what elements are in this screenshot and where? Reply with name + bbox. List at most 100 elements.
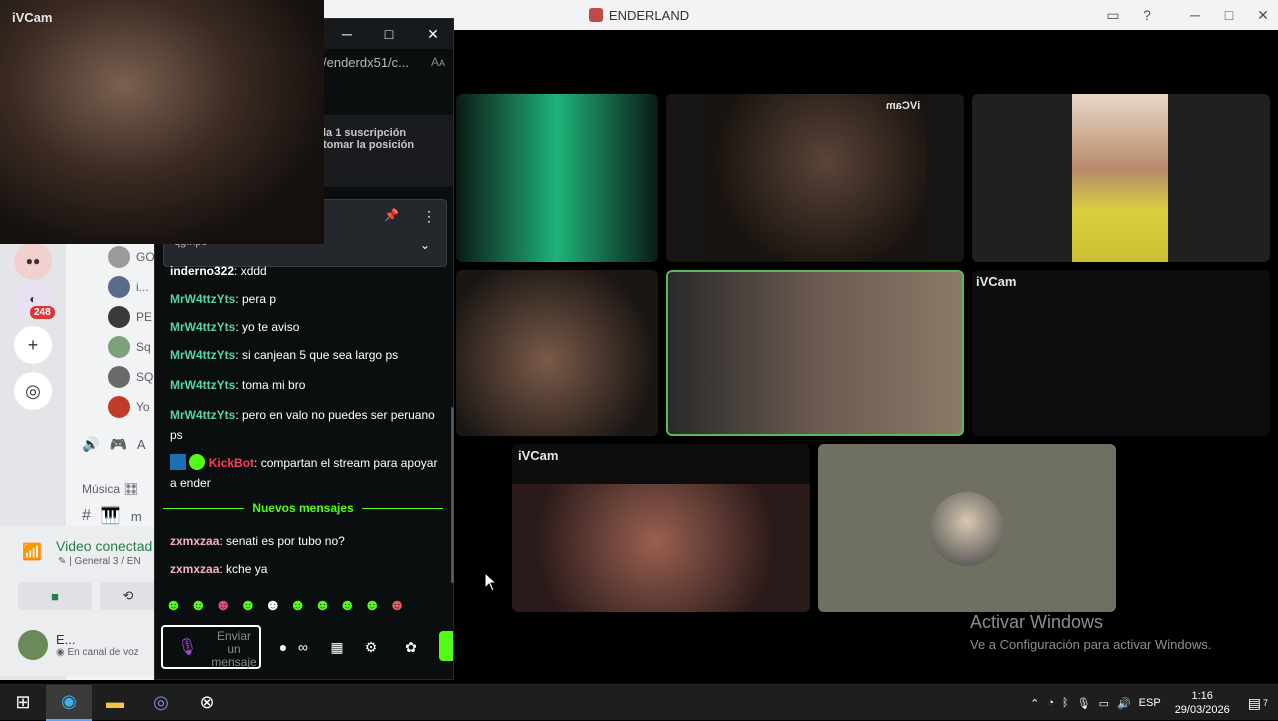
window-title-text: ENDERLAND [608,7,690,23]
camera-button[interactable]: ■ [18,582,92,610]
emote-icon[interactable]: ☻ [190,597,207,615]
emote-icon[interactable]: ☻ [364,597,381,615]
bluetooth-icon[interactable]: ᛒ [1062,697,1069,709]
app-icon[interactable]: ⊗ [184,685,230,721]
video-feed [0,0,324,244]
voice-member[interactable]: SQ [108,366,153,388]
add-server-icon[interactable]: + [14,326,52,364]
chat-message: MrW4ttzYts: pera p [170,289,442,309]
emote-icon[interactable]: ☻ [264,597,281,615]
video-feed [1072,94,1168,262]
windows-taskbar: ⊞ ◉ ▬ ◎ ⊗ ⌃ ◔ ᛒ 🎙 ▭ 🔊 ESP 1:16 29/03/202… [0,684,1278,721]
chat-username[interactable]: KickBot [209,456,254,470]
chat-username[interactable]: MrW4ttzYts [170,292,235,306]
chat-text: : kche ya [219,562,268,576]
chevron-up-icon[interactable]: ⌃ [1030,697,1039,710]
store-icon[interactable]: ▦ [325,635,349,659]
voice-channel[interactable]: ✎ | General 3 / EN [58,556,141,567]
notification-icon[interactable]: ▤ [1248,695,1261,712]
bot-badge-icon [170,454,186,470]
close-button[interactable]: ✕ [1246,0,1278,30]
video-tile[interactable]: iVCam [972,270,1270,436]
address-bar[interactable]: /enderdx51/c... [323,55,409,70]
reader-mode-icon[interactable]: Aᴀ [431,55,445,69]
clock[interactable]: 1:16 29/03/2026 [1175,689,1230,717]
language-indicator[interactable]: ESP [1139,697,1161,709]
discord-icon[interactable]: ◎ [138,685,184,721]
gear-icon[interactable]: ⚙ [359,635,383,659]
start-icon[interactable]: ⊞ [0,685,46,721]
video-tile[interactable] [456,94,658,262]
video-tile-speaking[interactable] [666,270,964,436]
watermark-subtitle: Ve a Configuración para activar Windows. [970,637,1212,652]
emote-icon[interactable]: ☻ [165,597,182,615]
chat-message: MrW4ttzYts: pero en valo no puedes ser p… [170,405,442,445]
chat-username[interactable]: MrW4ttzYts [170,320,235,334]
volume-icon[interactable]: 🔊 [1117,697,1131,710]
voice-member[interactable]: i... [108,276,149,298]
video-tile[interactable]: iVCam [512,444,810,612]
maximize-button[interactable]: □ [1212,0,1246,30]
mic-icon[interactable]: 🎙 [177,637,197,657]
chat-username[interactable]: inderno322 [170,264,234,278]
server-icon-1[interactable]: ●● [14,242,52,280]
avatar [930,492,1004,566]
more-options-icon[interactable]: ⋮ [422,208,436,225]
user-panel[interactable]: E... ◉ En canal de voz [18,630,139,660]
voice-channel-name: General 3 / EN [74,556,141,567]
maximize-button[interactable]: □ [369,19,409,49]
chat-input[interactable]: 🎙 Enviar un mensaje [161,625,261,669]
voice-member[interactable]: Sq [108,336,151,358]
minimize-button[interactable]: ─ [327,19,367,49]
emote-icon[interactable]: ☻ [389,597,406,615]
screen-share-button[interactable]: ⟲ [100,582,156,610]
chat-username[interactable]: zxmxzaa [170,534,219,548]
chevron-down-icon[interactable]: ⌄ [420,238,430,252]
category-music[interactable]: Música 🎛 [82,482,139,496]
channel-name: A [136,437,146,452]
edge-icon[interactable]: ◉ [46,684,92,721]
chat-scrollbar[interactable] [451,407,454,583]
file-explorer-icon[interactable]: ▬ [92,685,138,721]
voice-member[interactable]: GO [108,246,155,268]
chat-message: MrW4ttzYts: toma mi bro [170,375,442,395]
member-name: PE [136,310,153,324]
chat-username[interactable]: MrW4ttzYts [170,348,235,362]
divider-line [361,507,444,509]
voice-member[interactable]: PE [108,306,152,328]
inbox-icon[interactable]: ▭ [1096,0,1130,30]
video-tile[interactable] [456,270,658,436]
send-button[interactable] [439,631,453,661]
explore-icon[interactable]: ◎ [14,372,52,410]
text-channel-row[interactable]: # 🎹 m [82,506,142,526]
video-tile[interactable]: iVCam [666,94,964,262]
minimize-button[interactable]: ─ [1178,0,1212,30]
pin-icon[interactable]: 📌 [384,208,399,222]
infinity-icon[interactable]: ∞ [291,635,315,659]
chat-username[interactable]: zxmxzaa [170,562,219,576]
avatar [108,396,130,418]
help-icon[interactable]: ? [1130,0,1164,30]
category-label: Música [82,482,121,496]
voice-member[interactable]: Yo [108,396,150,418]
network-icon[interactable]: ▭ [1099,697,1109,710]
tray-app-icon[interactable]: ◔ [1047,697,1054,709]
ivcam-preview[interactable]: iVCam [0,0,324,244]
avatar [108,366,130,388]
voice-channel-row[interactable]: 🔊 🎮 A [82,436,146,453]
chat-username[interactable]: MrW4ttzYts [170,408,235,422]
emote-icon[interactable]: ☻ [289,597,306,615]
emote-icon[interactable]: ☻ [215,597,232,615]
emote-icon[interactable]: ☻ [339,597,356,615]
chat-message: zxmxzaa: senati es por tubo no? [170,531,442,551]
channel-name: m [130,508,142,524]
chat-username[interactable]: MrW4ttzYts [170,378,235,392]
emote-picker-icon[interactable]: ✿ [399,635,423,659]
emote-icon[interactable]: ☻ [240,597,257,615]
tile-label: iVCam [976,274,1017,289]
close-button[interactable]: ✕ [413,19,453,49]
video-tile[interactable] [972,94,1270,262]
mic-icon[interactable]: 🎙 [1077,697,1091,710]
video-tile-avatar[interactable] [818,444,1116,612]
emote-icon[interactable]: ☻ [314,597,331,615]
